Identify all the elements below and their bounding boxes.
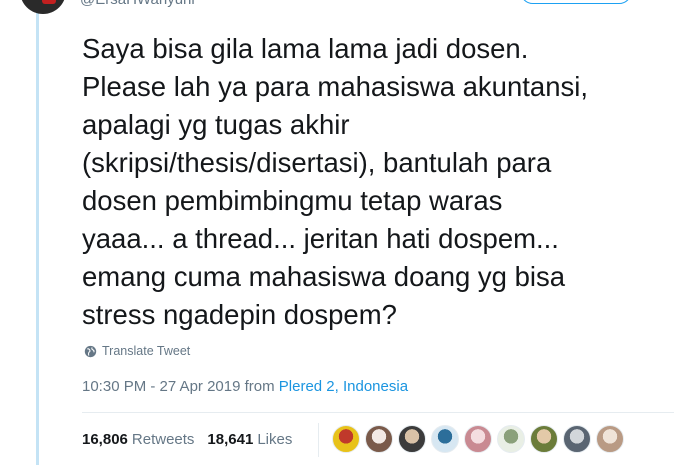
- liker-avatar[interactable]: [596, 425, 624, 453]
- liker-avatar[interactable]: [464, 425, 492, 453]
- liker-avatar[interactable]: [497, 425, 525, 453]
- divider: [82, 412, 674, 413]
- liker-avatar[interactable]: [332, 425, 360, 453]
- tweet-meta: 10:30 PM - 27 Apr 2019 from Plered 2, In…: [82, 378, 408, 395]
- translate-tweet-label: Translate Tweet: [102, 344, 191, 358]
- globe-icon: [84, 345, 97, 357]
- likes-label: Likes: [257, 431, 293, 448]
- liker-avatar[interactable]: [431, 425, 459, 453]
- liker-avatar[interactable]: [563, 425, 591, 453]
- follow-button[interactable]: [520, 0, 632, 4]
- tweet-stats: 16,806 Retweets 18,641 Likes: [82, 431, 305, 448]
- likes-count: 18,641: [207, 431, 254, 448]
- liker-avatar[interactable]: [530, 425, 558, 453]
- tweet-timestamp[interactable]: 10:30 PM - 27 Apr 2019: [82, 378, 240, 395]
- location-link[interactable]: Plered 2, Indonesia: [279, 378, 408, 395]
- thread-connector-line: [36, 0, 39, 465]
- from-label: from: [244, 378, 275, 395]
- liker-avatar[interactable]: [398, 425, 426, 453]
- retweets-stat[interactable]: 16,806 Retweets: [82, 431, 194, 448]
- stats-separator: [318, 423, 319, 457]
- avatar-detail: [42, 0, 56, 4]
- translate-tweet-link[interactable]: Translate Tweet: [84, 344, 190, 358]
- liker-avatar[interactable]: [365, 425, 393, 453]
- avatar[interactable]: [20, 0, 66, 14]
- tweet-text: Saya bisa gila lama lama jadi dosen. Ple…: [82, 33, 588, 330]
- retweets-count: 16,806: [82, 431, 128, 448]
- author-handle[interactable]: @ErsaHWahyuni: [80, 0, 195, 8]
- liker-avatars: [332, 425, 629, 453]
- retweets-label: Retweets: [131, 431, 195, 448]
- likes-stat[interactable]: 18,641 Likes: [207, 431, 292, 448]
